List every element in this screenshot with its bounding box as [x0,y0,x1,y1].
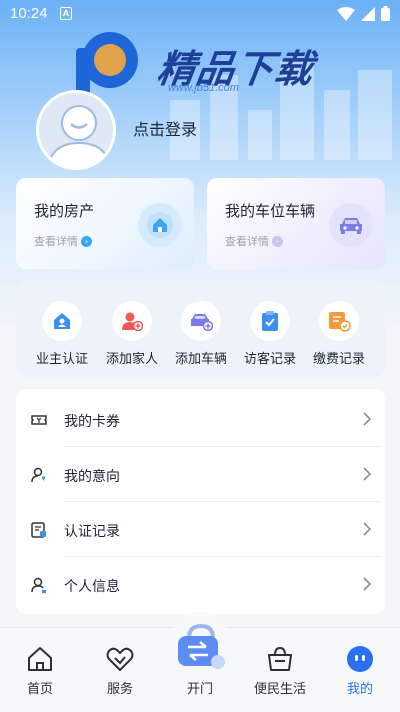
chevron-right-icon: › [272,235,283,247]
tab-label: 服务 [106,682,133,697]
tab-service[interactable]: 服务 [80,628,160,712]
login-link[interactable]: 点击登录 [133,116,197,140]
menu-item-intentions[interactable]: 我的意向 [16,447,385,502]
my-parking-vehicle-card[interactable]: 我的车位车辆 查看详情 › [207,178,385,269]
add-family-icon [112,301,152,341]
signal-icon [361,6,375,21]
wifi-icon [337,6,355,21]
watermark-url: www.jb51.com [168,82,239,94]
chevron-right-icon [363,522,372,536]
avatar[interactable] [36,90,116,170]
watermark-logo-icon [76,32,138,98]
status-icons [337,6,390,21]
menu-label: 我的卡券 [64,414,120,430]
add-vehicle-icon [181,301,221,341]
battery-icon [381,6,390,21]
quick-actions-panel: 业主认证 添加家人 添加车辆 访客记录 缴费记录 [16,281,385,377]
tab-label: 我的 [346,682,373,697]
menu-list: 我的卡券 我的意向 认证记录 个人信息 [16,389,385,614]
notification-a-icon: A [60,7,72,20]
menu-item-personal-info[interactable]: 个人信息 [16,557,385,612]
owner-verify-icon [42,301,82,341]
action-label: 添加家人 [105,352,158,367]
coupon-icon [31,415,47,425]
status-time: 10:24 [10,5,48,22]
payment-record-icon [319,301,359,341]
chevron-right-icon: › [81,235,92,247]
add-family-button[interactable]: 添加家人 [97,281,167,377]
action-label: 业主认证 [35,352,88,367]
tab-home[interactable]: 首页 [0,628,80,712]
chevron-right-icon [363,467,372,481]
chevron-right-icon [363,577,372,591]
house-icon [138,203,182,247]
card-title: 我的车位车辆 [225,202,316,220]
visitor-record-icon [250,301,290,341]
menu-label: 我的意向 [64,469,120,485]
shopping-bag-icon [268,646,292,671]
menu-item-coupons[interactable]: 我的卡券 [16,392,385,447]
intention-icon [31,467,45,483]
open-door-icon[interactable] [176,620,226,670]
tab-label: 首页 [26,682,53,697]
menu-label: 个人信息 [64,579,120,595]
view-details-link[interactable]: 查看详情 › [225,233,283,249]
card-title: 我的房产 [34,202,95,220]
profile-face-icon [347,646,373,672]
tab-label: 开门 [186,682,213,697]
certification-record-icon [31,522,46,538]
view-details-link[interactable]: 查看详情 › [34,233,92,249]
add-vehicle-button[interactable]: 添加车辆 [166,281,236,377]
home-icon [28,647,52,671]
action-label: 添加车辆 [174,352,227,367]
menu-label: 认证记录 [64,524,120,540]
action-label: 访客记录 [243,352,296,367]
tab-convenience-life[interactable]: 便民生活 [240,628,320,712]
card-subtitle: 查看详情 [225,235,269,248]
menu-item-certification-records[interactable]: 认证记录 [16,502,385,557]
status-bar: 10:24 A [0,0,400,28]
card-subtitle: 查看详情 [34,235,78,248]
action-label: 缴费记录 [312,352,365,367]
owner-verify-button[interactable]: 业主认证 [27,281,97,377]
my-property-card[interactable]: 我的房产 查看详情 › [16,178,194,269]
car-icon [329,203,373,247]
visitor-record-button[interactable]: 访客记录 [235,281,305,377]
personal-info-icon [31,577,46,593]
chevron-right-icon [363,412,372,426]
payment-record-button[interactable]: 缴费记录 [304,281,374,377]
tab-label: 便民生活 [253,682,306,697]
service-handshake-icon [106,647,134,671]
tab-mine[interactable]: 我的 [320,628,400,712]
